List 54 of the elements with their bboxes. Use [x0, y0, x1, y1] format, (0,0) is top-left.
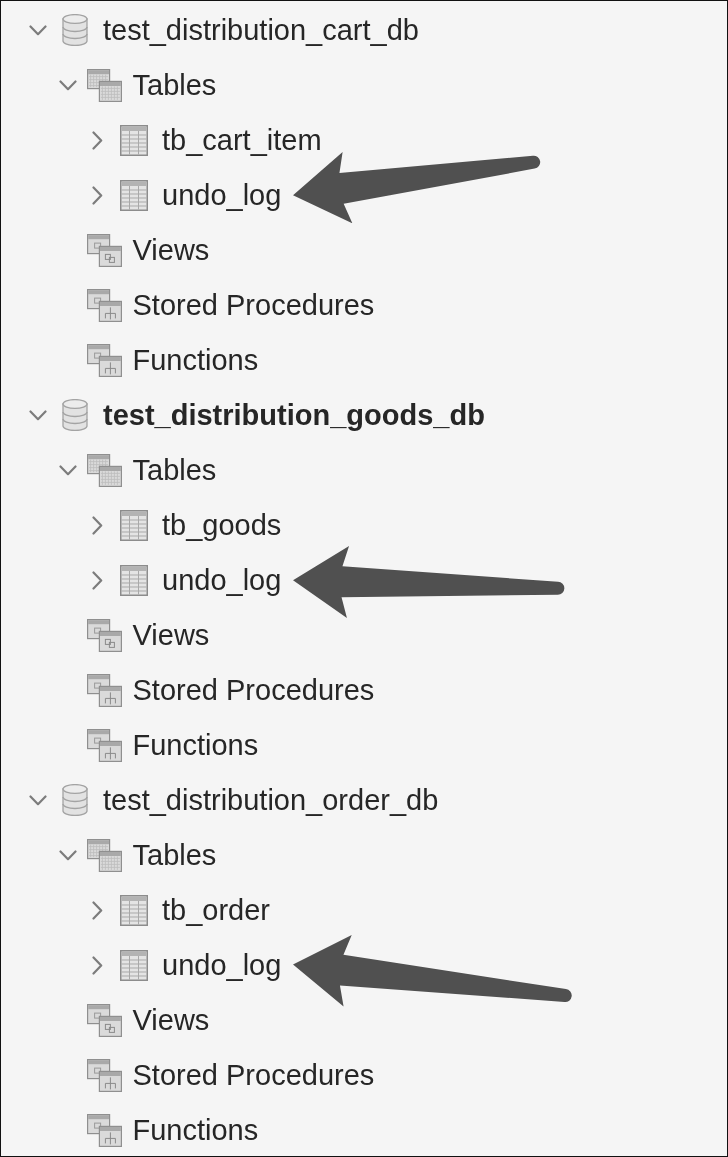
routine-group-icon	[86, 673, 122, 707]
folder-label[interactable]: Tables	[132, 838, 217, 872]
chevron-down-icon[interactable]	[58, 849, 77, 861]
chevron-right-icon[interactable]	[91, 130, 103, 150]
table-name[interactable]: undo_log	[162, 948, 282, 982]
table-icon	[119, 124, 148, 156]
chevron-right-icon[interactable]	[91, 185, 103, 205]
table-icon	[119, 949, 148, 981]
table-icon	[119, 509, 148, 541]
table-icon	[119, 179, 148, 211]
table-name[interactable]: tb_order	[162, 893, 270, 927]
table-icon	[119, 564, 148, 596]
chevron-down-icon[interactable]	[29, 409, 47, 421]
folder-label[interactable]: Tables	[132, 68, 217, 102]
table-name[interactable]: tb_goods	[162, 508, 282, 542]
table-group-icon	[86, 68, 122, 102]
chevron-right-icon[interactable]	[91, 515, 103, 535]
folder-label[interactable]: Views	[132, 1003, 210, 1037]
folder-label[interactable]: Stored Procedures	[132, 1058, 375, 1092]
routine-group-icon	[86, 1113, 122, 1147]
chevron-down-icon[interactable]	[58, 79, 77, 91]
chevron-right-icon[interactable]	[91, 570, 103, 590]
folder-label[interactable]: Stored Procedures	[132, 288, 375, 322]
chevron-right-icon[interactable]	[91, 955, 103, 975]
table-group-icon	[86, 453, 122, 487]
routine-group-icon	[86, 343, 122, 377]
folder-label[interactable]: Functions	[132, 728, 259, 762]
chevron-down-icon[interactable]	[29, 794, 47, 806]
database-name[interactable]: test_distribution_order_db	[103, 783, 439, 817]
folder-label[interactable]: Views	[132, 618, 210, 652]
table-name[interactable]: tb_cart_item	[162, 123, 322, 157]
table-name[interactable]: undo_log	[162, 563, 282, 597]
database-icon	[61, 14, 88, 46]
chevron-down-icon[interactable]	[29, 24, 47, 36]
folder-label[interactable]: Views	[132, 233, 210, 267]
folder-label[interactable]: Functions	[132, 1113, 259, 1147]
table-group-icon	[86, 838, 122, 872]
table-icon	[119, 894, 148, 926]
database-name[interactable]: test_distribution_cart_db	[103, 13, 419, 47]
database-icon	[61, 399, 88, 431]
view-group-icon	[86, 233, 122, 267]
database-name[interactable]: test_distribution_goods_db	[103, 398, 485, 432]
chevron-right-icon[interactable]	[91, 900, 103, 920]
database-icon	[61, 784, 88, 816]
routine-group-icon	[86, 1058, 122, 1092]
view-group-icon	[86, 618, 122, 652]
view-group-icon	[86, 1003, 122, 1037]
chevron-down-icon[interactable]	[58, 464, 77, 476]
table-name[interactable]: undo_log	[162, 178, 282, 212]
routine-group-icon	[86, 728, 122, 762]
folder-label[interactable]: Stored Procedures	[132, 673, 375, 707]
folder-label[interactable]: Tables	[132, 453, 217, 487]
routine-group-icon	[86, 288, 122, 322]
folder-label[interactable]: Functions	[132, 343, 259, 377]
